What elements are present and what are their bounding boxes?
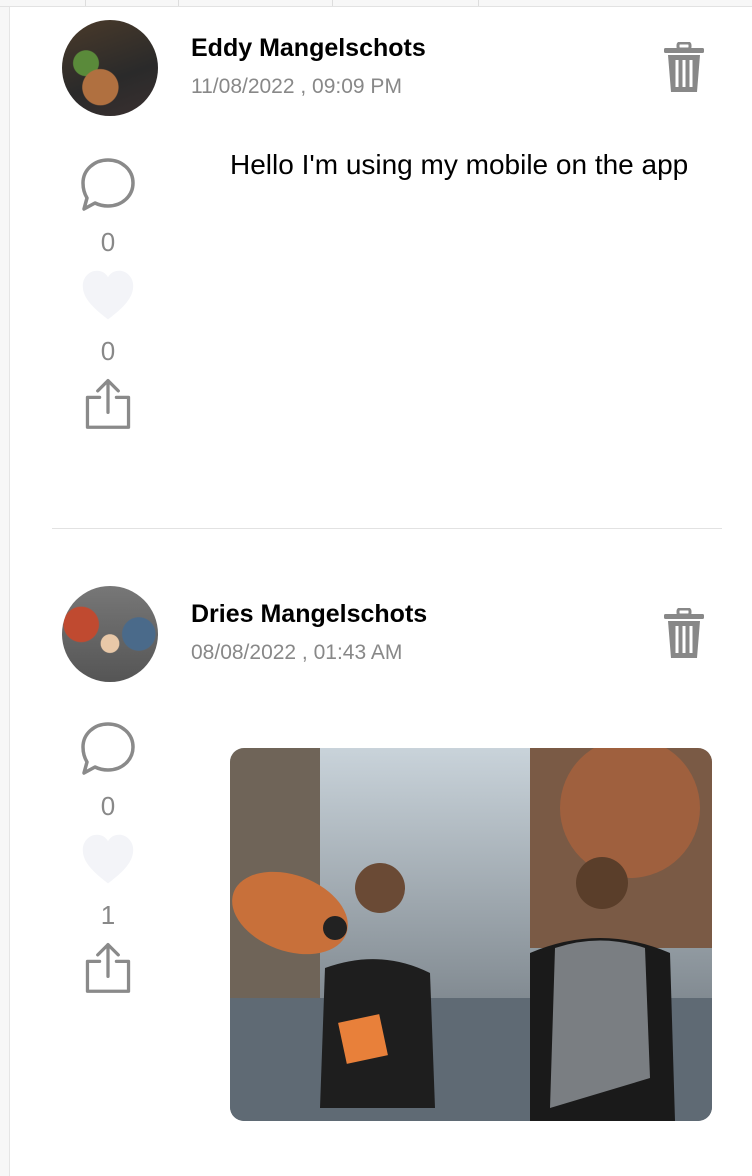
avatar[interactable]	[62, 20, 158, 116]
avatar[interactable]	[62, 586, 158, 682]
post-text: Hello I'm using my mobile on the app	[230, 149, 689, 180]
comment-count: 0	[100, 227, 116, 257]
tab-strip	[0, 0, 752, 7]
post-image[interactable]	[230, 748, 712, 1121]
like-count: 0	[100, 336, 116, 366]
like-count: 1	[100, 900, 116, 930]
feed: Eddy Mangelschots 11/08/2022 , 09:09 PM …	[9, 7, 752, 1176]
share-icon[interactable]	[80, 937, 136, 997]
comment-bubble-icon[interactable]	[78, 155, 138, 215]
author-name[interactable]: Eddy Mangelschots	[191, 34, 426, 63]
heart-icon[interactable]	[80, 268, 136, 324]
comment-count: 0	[100, 791, 116, 821]
divider	[52, 528, 722, 529]
comment-bubble-icon[interactable]	[78, 719, 138, 779]
share-icon[interactable]	[80, 373, 136, 433]
post-date: 11/08/2022 , 09:09 PM	[191, 75, 402, 98]
post-date: 08/08/2022 , 01:43 AM	[191, 641, 403, 664]
author-name[interactable]: Dries Mangelschots	[191, 600, 427, 629]
heart-icon[interactable]	[80, 832, 136, 888]
trash-icon[interactable]	[662, 42, 706, 94]
trash-icon[interactable]	[662, 608, 706, 660]
